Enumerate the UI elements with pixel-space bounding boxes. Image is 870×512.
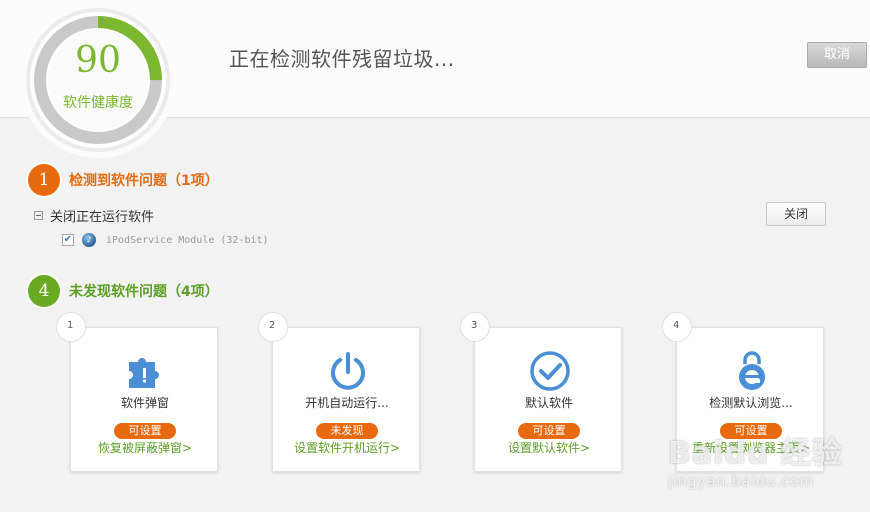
no-issues-title: 未发现软件问题（4项） xyxy=(69,284,219,300)
card-popup-windows: 软件弹窗 可设置 恢复被屏蔽弹窗> xyxy=(70,327,218,472)
cancel-button[interactable]: 取消 xyxy=(807,42,867,68)
card-index: 1 xyxy=(56,312,86,342)
power-icon xyxy=(331,352,365,390)
running-software-group[interactable]: 关闭正在运行软件 xyxy=(34,206,154,225)
itunes-icon: ♪ xyxy=(82,233,96,247)
close-software-button[interactable]: 关闭 xyxy=(766,202,826,226)
status-badge: 可设置 xyxy=(518,423,580,439)
header-bar: 90 软件健康度 正在检测软件残留垃圾... 取消 xyxy=(0,0,870,158)
collapse-icon[interactable] xyxy=(34,211,43,220)
card-index: 2 xyxy=(258,312,288,342)
card-title: 开机自动运行... xyxy=(305,396,389,410)
status-badge: 未发现 xyxy=(316,423,378,439)
health-score-label: 软件健康度 xyxy=(63,95,133,111)
startup-settings-link[interactable]: 设置软件开机运行> xyxy=(273,439,421,456)
watermark-logo: Baidu 经验 xyxy=(668,436,843,471)
no-issues-header: 4 未发现软件问题（4项） xyxy=(28,275,219,307)
step-badge: 4 xyxy=(28,275,60,307)
ie-lock-icon xyxy=(739,351,765,390)
issues-found-header: 1 检测到软件问题（1项） xyxy=(28,164,219,196)
health-gauge: 90 软件健康度 xyxy=(20,2,176,158)
puzzle-icon xyxy=(129,358,159,388)
checkmark-icon xyxy=(530,351,570,391)
baidu-watermark: Baidu 经验 jingyan.baidu.com xyxy=(668,428,868,498)
card-index: 3 xyxy=(460,312,490,342)
card-title: 默认软件 xyxy=(524,396,573,410)
issues-found-title: 检测到软件问题（1项） xyxy=(69,173,219,189)
card-title: 软件弹窗 xyxy=(120,396,169,410)
status-badge: 可设置 xyxy=(114,423,176,439)
card-title: 检测默认浏览... xyxy=(709,396,793,410)
running-software-label: 关闭正在运行软件 xyxy=(50,210,155,225)
step-badge: 1 xyxy=(28,164,60,196)
scan-status-text: 正在检测软件残留垃圾... xyxy=(229,47,455,71)
software-item-name: iPodService Module (32-bit) xyxy=(106,234,269,246)
health-score: 90 xyxy=(75,40,121,81)
item-checkbox[interactable]: ✔ xyxy=(62,234,74,246)
restore-popups-link[interactable]: 恢复被屏蔽弹窗> xyxy=(71,439,219,456)
default-software-link[interactable]: 设置默认软件> xyxy=(475,439,623,456)
software-item: ✔ ♪ iPodService Module (32-bit) xyxy=(62,233,269,247)
watermark-url: jingyan.baidu.com xyxy=(668,474,815,490)
card-startup: 开机自动运行... 未发现 设置软件开机运行> xyxy=(272,327,420,472)
card-default-software: 默认软件 可设置 设置默认软件> xyxy=(474,327,622,472)
card-index: 4 xyxy=(662,312,692,342)
